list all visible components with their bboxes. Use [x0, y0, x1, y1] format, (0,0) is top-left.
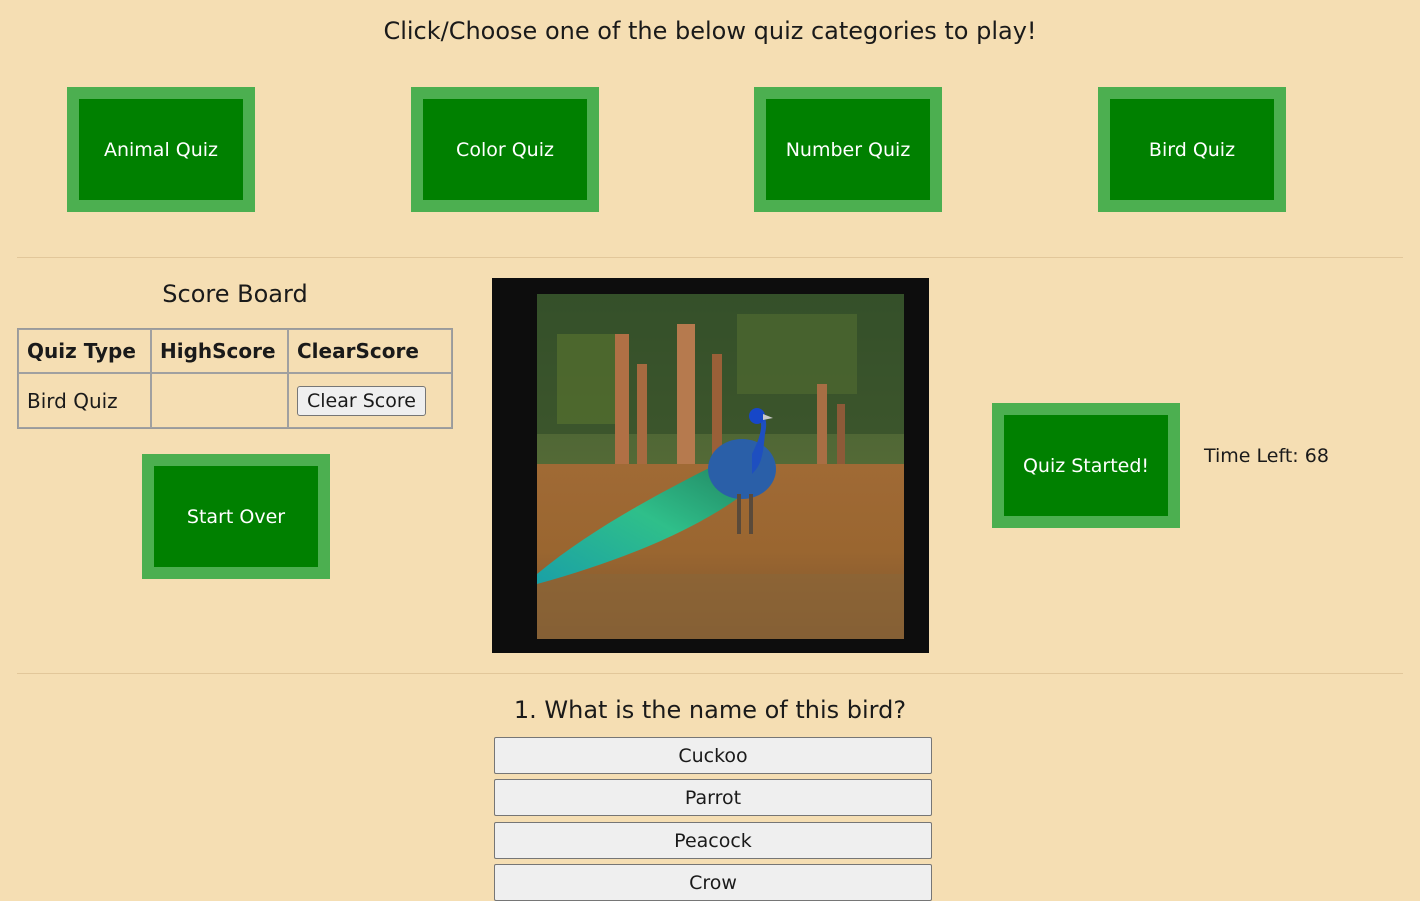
- instructions-heading: Click/Choose one of the below quiz categ…: [383, 17, 1037, 45]
- peacock-photo: [537, 294, 904, 639]
- quiz-image: [492, 278, 929, 653]
- column-header-highscore: HighScore: [151, 329, 288, 373]
- divider: [17, 257, 1403, 258]
- table-row: Bird Quiz Clear Score: [18, 373, 452, 428]
- answer-option-parrot[interactable]: Parrot: [494, 779, 932, 816]
- answer-option-crow[interactable]: Crow: [494, 864, 932, 901]
- quiz-status-button[interactable]: Quiz Started!: [992, 403, 1180, 528]
- time-left-label: Time Left: 68: [1204, 445, 1329, 467]
- scoreboard-table: Quiz Type HighScore ClearScore Bird Quiz…: [17, 328, 453, 429]
- color-quiz-button[interactable]: Color Quiz: [411, 87, 599, 212]
- animal-quiz-button[interactable]: Animal Quiz: [67, 87, 255, 212]
- answer-option-cuckoo[interactable]: Cuckoo: [494, 737, 932, 774]
- clear-score-button[interactable]: Clear Score: [297, 385, 426, 416]
- cell-quiz-type: Bird Quiz: [18, 373, 151, 428]
- cell-highscore: [151, 373, 288, 428]
- question-text: 1. What is the name of this bird?: [513, 696, 907, 724]
- answer-option-peacock[interactable]: Peacock: [494, 822, 932, 859]
- number-quiz-button[interactable]: Number Quiz: [754, 87, 942, 212]
- scoreboard-title: Score Board: [162, 280, 308, 308]
- start-over-button[interactable]: Start Over: [142, 454, 330, 579]
- bird-quiz-button[interactable]: Bird Quiz: [1098, 87, 1286, 212]
- column-header-quiz-type: Quiz Type: [18, 329, 151, 373]
- table-header-row: Quiz Type HighScore ClearScore: [18, 329, 452, 373]
- divider: [17, 673, 1403, 674]
- column-header-clearscore: ClearScore: [288, 329, 452, 373]
- cell-clearscore: Clear Score: [288, 373, 452, 428]
